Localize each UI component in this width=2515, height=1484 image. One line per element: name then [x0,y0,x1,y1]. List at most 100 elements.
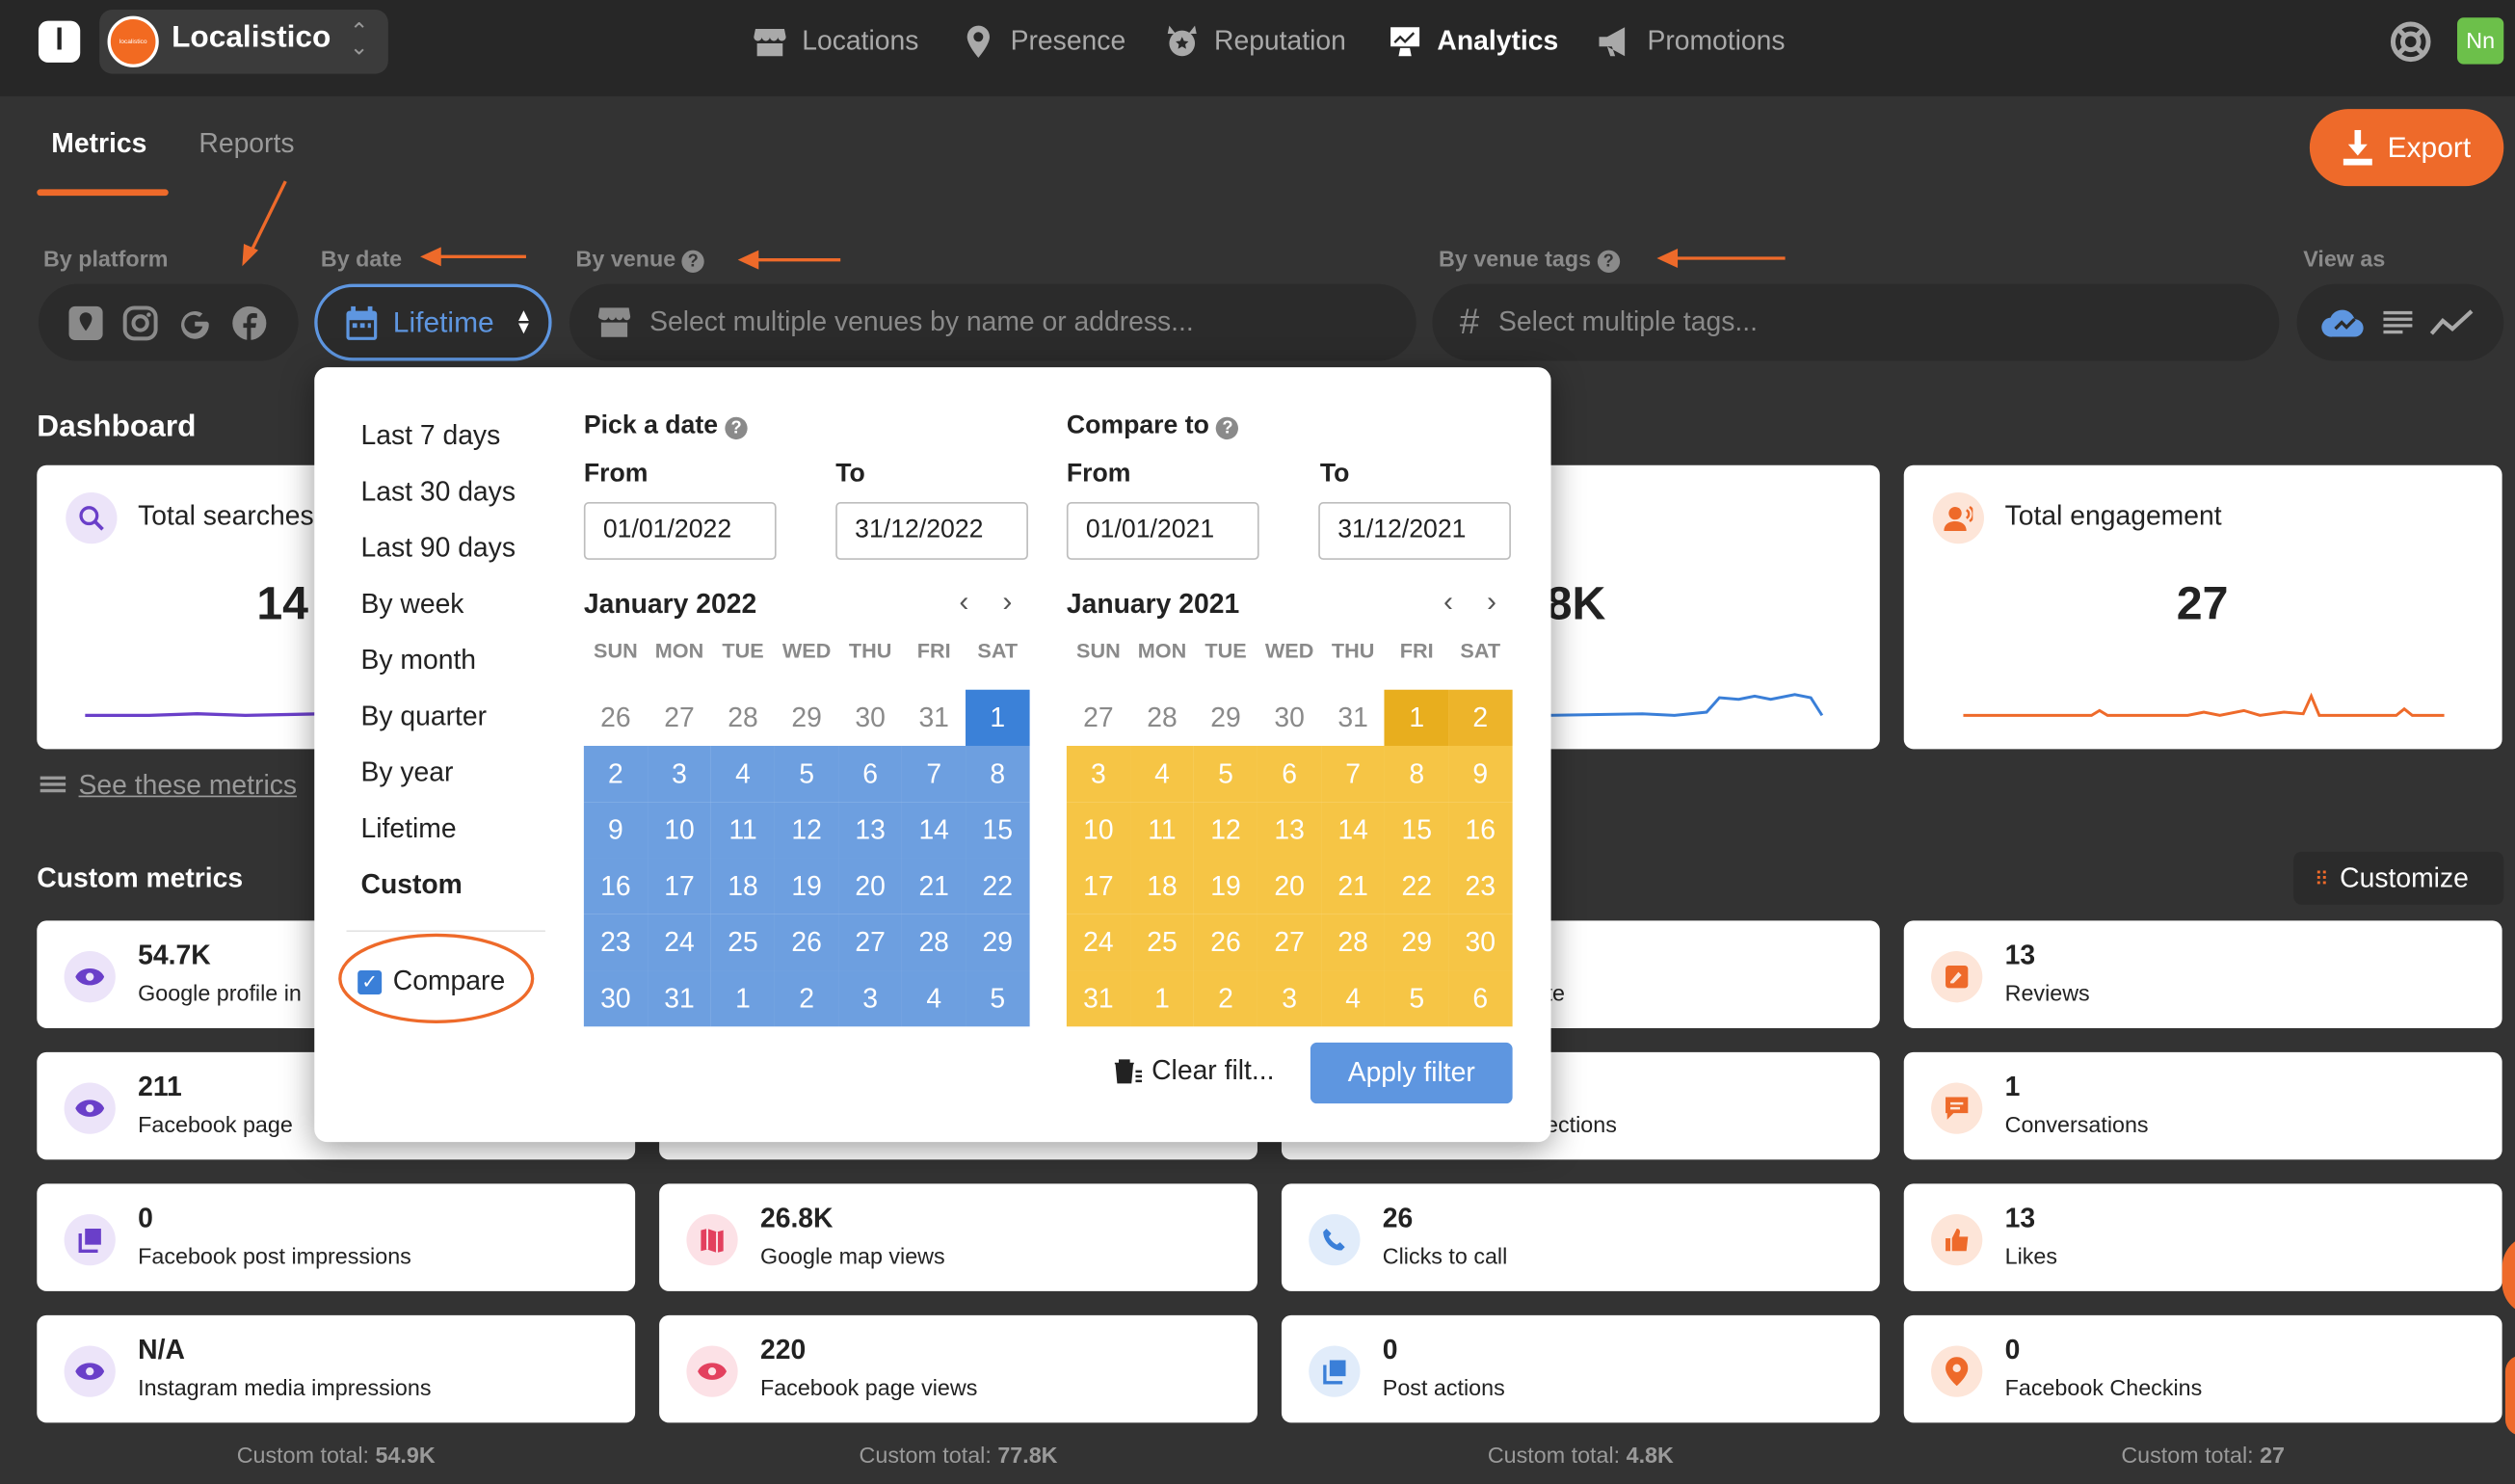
preset-by-week[interactable]: By week [361,589,464,621]
metric-card[interactable]: 13 Likes [1903,1183,2502,1291]
calendar-day[interactable]: 1 [710,970,776,1027]
calendar-day[interactable]: 21 [1321,858,1386,914]
calendar-day[interactable]: 31 [1321,690,1385,746]
list-icon[interactable] [2382,309,2414,335]
chevron-left-icon[interactable]: ‹ [959,586,968,620]
calendar-day[interactable]: 31 [1066,970,1130,1027]
metric-card[interactable]: 1 Conversations [1903,1051,2502,1160]
calendar-day[interactable]: 9 [1448,745,1513,803]
calendar-day[interactable]: 30 [583,970,648,1027]
calendar-day[interactable]: 11 [1129,802,1195,859]
calendar-day[interactable]: 27 [648,690,711,746]
calendar-day[interactable]: 4 [1321,970,1386,1027]
calendar-day[interactable]: 26 [775,914,839,971]
metric-card[interactable]: 26.8K Google map views [659,1183,1258,1291]
calendar-day[interactable]: 12 [1194,802,1258,859]
calendar-day[interactable]: 6 [1258,745,1322,803]
calendar-day[interactable]: 25 [710,914,776,971]
calendar-day[interactable]: 27 [838,914,903,971]
tab-metrics[interactable]: Metrics [51,128,146,160]
nav-promotions[interactable]: Promotions [1596,21,1786,63]
apply-filter-button[interactable]: Apply filter [1310,1042,1513,1104]
compare-from-input[interactable]: 01/01/2021 [1066,501,1259,560]
calendar-day[interactable]: 5 [1385,970,1449,1027]
calendar-day[interactable]: 27 [1258,914,1322,971]
calendar-day[interactable]: 23 [583,914,648,971]
preset-by-quarter[interactable]: By quarter [361,701,488,732]
help-icon[interactable]: ? [681,250,704,273]
calendar-day[interactable]: 28 [711,690,775,746]
calendar-day[interactable]: 15 [966,802,1030,859]
calendar-day[interactable]: 21 [902,858,966,914]
calendar-day[interactable]: 1 [1385,689,1449,746]
calendar-day[interactable]: 10 [1066,802,1130,859]
calendar-day[interactable]: 29 [1385,914,1449,971]
facebook-icon[interactable] [231,304,268,340]
help-icon[interactable]: ? [1216,416,1239,440]
app-logo[interactable]: l [38,20,81,63]
nav-reputation[interactable]: Reputation [1163,21,1346,63]
calendar-day[interactable]: 30 [1448,914,1513,971]
calendar-day[interactable]: 14 [902,802,966,859]
chevron-left-icon[interactable]: ‹ [1443,586,1453,620]
calendar-day[interactable]: 16 [1448,802,1513,859]
calendar-day[interactable]: 18 [710,858,776,914]
calendar-day[interactable]: 5 [775,745,839,803]
nav-locations[interactable]: Locations [751,21,918,63]
calendar-day[interactable]: 4 [710,745,776,803]
calendar-day[interactable]: 26 [1194,914,1258,971]
see-metrics-link[interactable]: See these metrics [40,770,297,802]
metric-card[interactable]: 0 Facebook Checkins [1903,1314,2502,1423]
calendar-day[interactable]: 27 [1067,690,1130,746]
calendar-day[interactable]: 2 [775,970,839,1027]
tags-filter-input[interactable]: # Select multiple tags... [1432,283,2280,361]
cloud-icon[interactable] [2321,306,2367,338]
calendar-day[interactable]: 9 [583,802,648,859]
pick-to-input[interactable]: 31/12/2022 [835,501,1028,560]
calendar-day[interactable]: 29 [966,914,1030,971]
calendar-day[interactable]: 11 [710,802,776,859]
compare-to-input[interactable]: 31/12/2021 [1318,501,1511,560]
preset-by-year[interactable]: By year [361,757,454,789]
calendar-day[interactable]: 28 [1321,914,1386,971]
calendar-day[interactable]: 6 [1448,970,1513,1027]
calendar-day[interactable]: 15 [1385,802,1449,859]
date-filter-select[interactable]: Lifetime ▲ ▼ [314,283,552,361]
nav-analytics[interactable]: Analytics [1386,21,1558,63]
calendar-day[interactable]: 31 [902,690,966,746]
venue-filter-input[interactable]: Select multiple venues by name or addres… [569,283,1416,361]
calendar-day[interactable]: 20 [1258,858,1322,914]
calendar-day[interactable]: 7 [1321,745,1386,803]
calendar-day[interactable]: 12 [775,802,839,859]
metric-card[interactable]: N/A Instagram media impressions [37,1314,636,1423]
calendar-day[interactable]: 29 [1194,690,1258,746]
help-icon[interactable]: ? [1597,250,1620,273]
metric-card[interactable]: 220 Facebook page views [659,1314,1258,1423]
calendar-day[interactable]: 6 [838,745,903,803]
calendar-day[interactable]: 2 [583,745,648,803]
metric-card[interactable]: 0 Post actions [1281,1314,1880,1423]
summary-card-engagement[interactable]: Total engagement 27 [1903,464,2502,750]
calendar-day[interactable]: 17 [1066,858,1130,914]
help-icon[interactable]: ? [725,416,748,440]
google-icon[interactable] [176,304,213,340]
calendar-day[interactable]: 13 [838,802,903,859]
calendar-day[interactable]: 8 [966,745,1030,803]
calendar-day[interactable]: 5 [1194,745,1258,803]
calendar-day[interactable]: 1 [1129,970,1195,1027]
calendar-day[interactable]: 24 [647,914,711,971]
calendar-day[interactable]: 10 [647,802,711,859]
preset-lifetime[interactable]: Lifetime [361,813,457,845]
calendar-day[interactable]: 23 [1448,858,1513,914]
chat-launcher[interactable] [2502,1234,2515,1315]
calendar-day[interactable]: 5 [966,970,1030,1027]
metric-card[interactable]: 13 Reviews [1903,920,2502,1028]
calendar-day[interactable]: 26 [584,690,648,746]
calendar-day[interactable]: 19 [1194,858,1258,914]
line-chart-icon[interactable] [2429,308,2475,337]
calendar-day[interactable]: 2 [1194,970,1258,1027]
calendar-day[interactable]: 29 [775,690,838,746]
chevron-right-icon[interactable]: › [1002,586,1012,620]
calendar-day[interactable]: 24 [1066,914,1130,971]
maps-pin-icon[interactable] [67,304,104,340]
